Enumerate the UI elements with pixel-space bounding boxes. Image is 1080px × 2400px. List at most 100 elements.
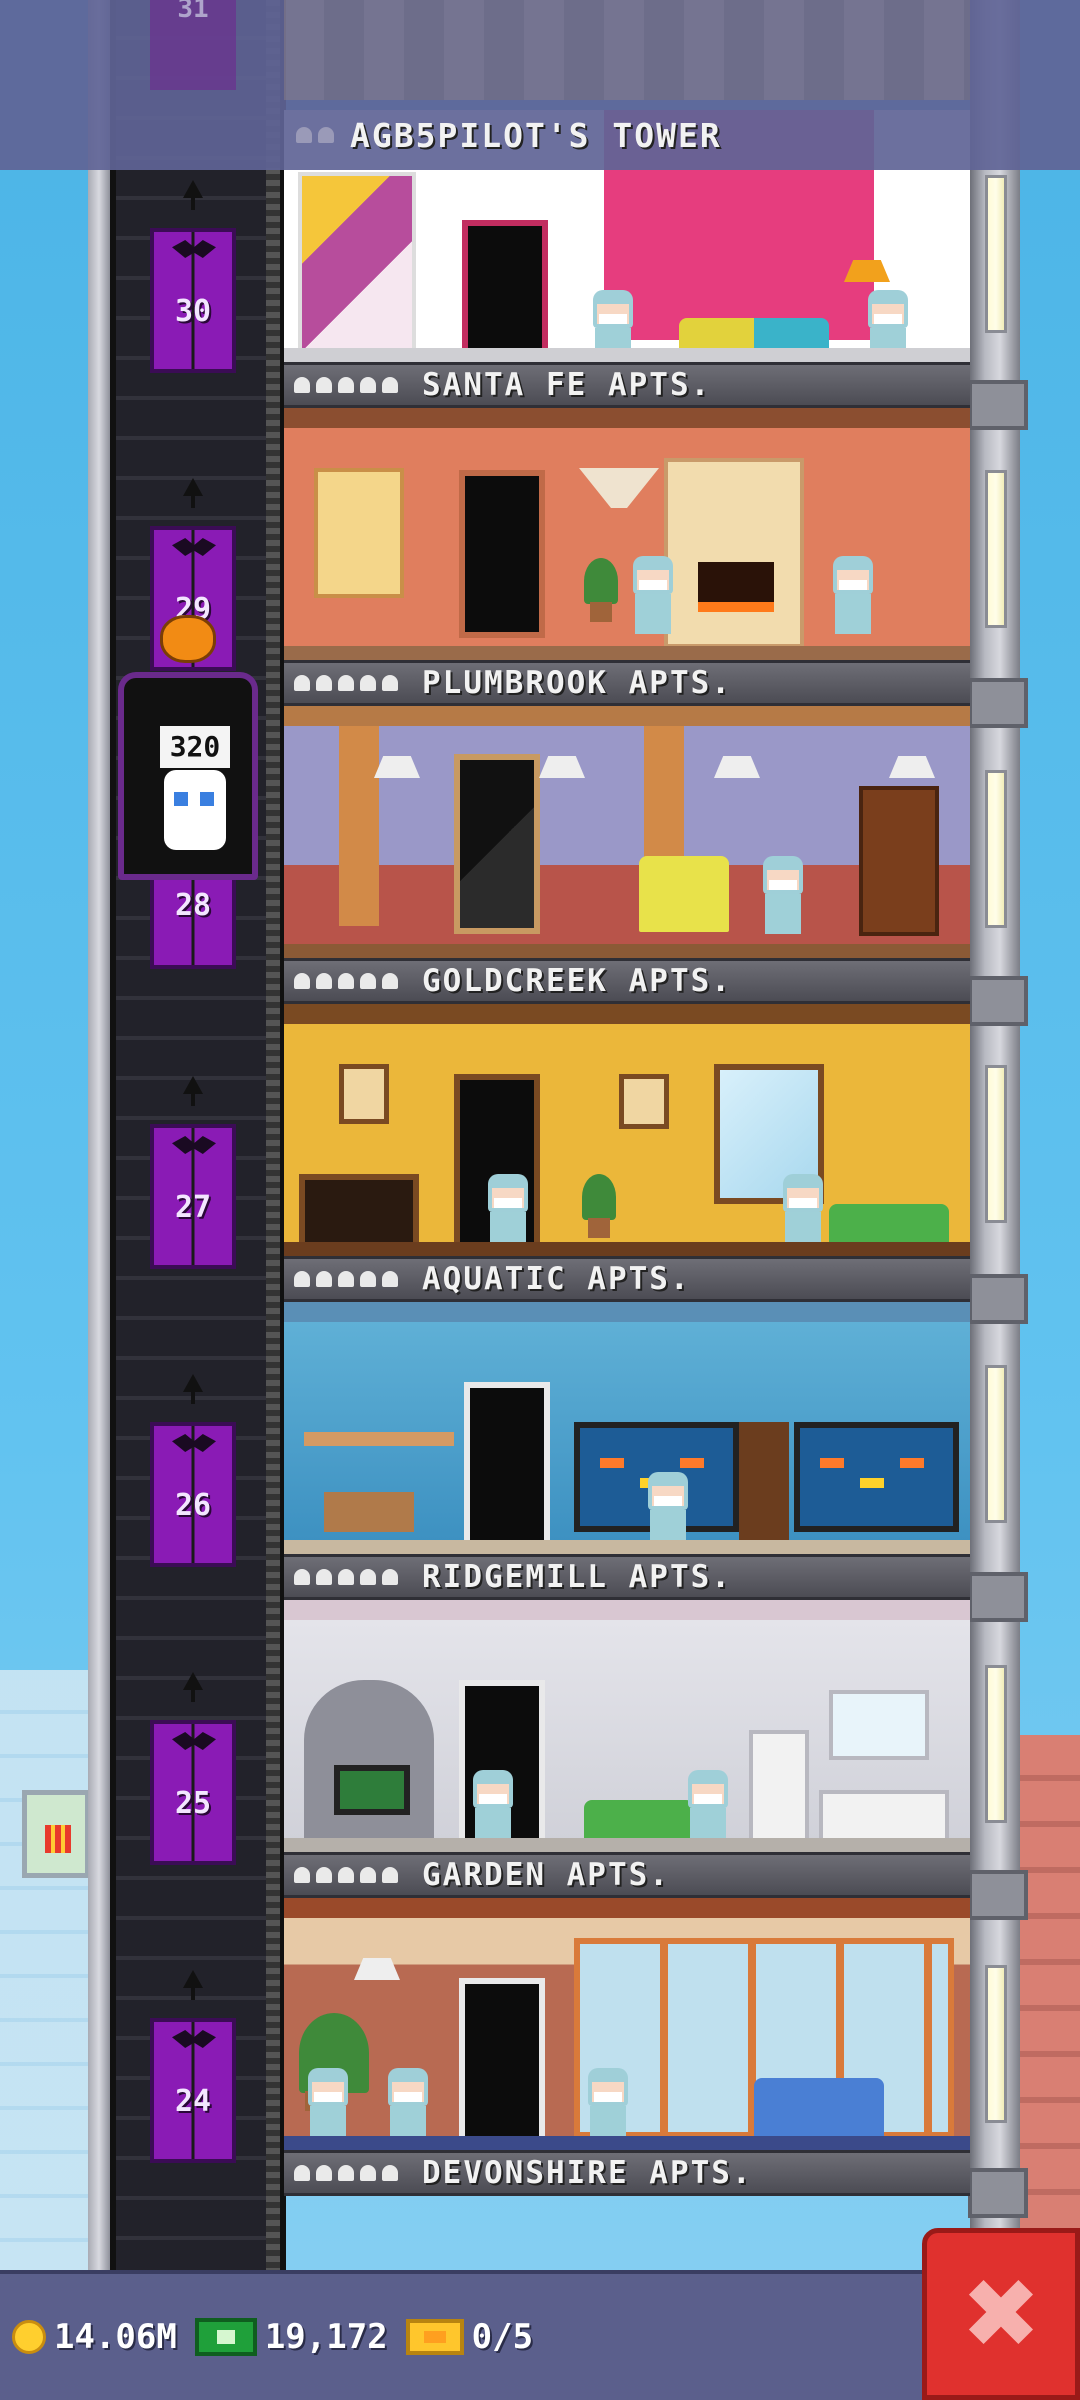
computer-monitor xyxy=(334,1765,410,1815)
bitizen[interactable] xyxy=(484,1174,532,1252)
floor-28[interactable]: GOLDCREEK APTS. xyxy=(284,706,970,1004)
floor-name: GOLDCREEK APTS. xyxy=(422,963,732,999)
floor-ground xyxy=(284,1242,970,1256)
elevator-car[interactable]: 320 xyxy=(118,672,258,880)
bitizen[interactable] xyxy=(384,2068,432,2146)
pumpkin-icon xyxy=(160,615,216,663)
ceiling-lamp xyxy=(354,1958,400,1980)
floor-label-bar: DEVONSHIRE APTS. xyxy=(284,2150,970,2196)
tower-bracket xyxy=(968,976,1028,1026)
picture-frame xyxy=(619,1074,669,1129)
floor-label-bar: SANTA FE APTS. xyxy=(284,362,970,408)
floor-ground xyxy=(284,944,970,958)
floor-29[interactable]: PLUMBROOK APTS. xyxy=(284,408,970,706)
ceiling-lamp xyxy=(374,756,420,778)
bitizen[interactable] xyxy=(584,2068,632,2146)
room-interior xyxy=(284,706,970,958)
bookshelf xyxy=(859,786,939,936)
elevator-door-27[interactable]: 27 xyxy=(150,1124,236,1269)
fireplace xyxy=(664,458,804,648)
potted-plant xyxy=(582,1174,616,1238)
tower-window xyxy=(985,770,1007,928)
floor-ground xyxy=(284,646,970,660)
floor-name: RIDGEMILL APTS. xyxy=(422,1559,732,1595)
floor-27[interactable]: AQUATIC APTS. xyxy=(284,1004,970,1302)
floor-label-bar: AQUATIC APTS. xyxy=(284,1256,970,1302)
tickets-counter[interactable]: 0/5 xyxy=(405,2317,534,2357)
floor-number: 25 xyxy=(174,1786,212,1821)
bux-value: 19,172 xyxy=(264,2317,388,2357)
bitizen[interactable] xyxy=(779,1174,827,1252)
close-button[interactable]: ✖ xyxy=(922,2228,1080,2400)
tower-pips xyxy=(296,127,334,143)
bat-decoration-icon xyxy=(172,538,216,556)
bat-decoration-icon xyxy=(172,1732,216,1750)
floor-number: 31 xyxy=(177,0,209,24)
floor-number: 24 xyxy=(174,2084,212,2119)
room-interior xyxy=(284,408,970,660)
bux-icon xyxy=(194,2318,257,2356)
bitizen[interactable] xyxy=(644,1472,692,1550)
star-rating xyxy=(294,1569,398,1585)
floor-ground xyxy=(284,2136,970,2150)
tower-bracket xyxy=(968,1572,1028,1622)
dining-table xyxy=(324,1492,414,1532)
refrigerator xyxy=(749,1730,809,1850)
bitizen[interactable] xyxy=(684,1770,732,1848)
elevator-rider xyxy=(164,770,226,850)
ceiling-lamp xyxy=(889,756,935,778)
star-rating xyxy=(294,1867,398,1883)
floor-name: DEVONSHIRE APTS. xyxy=(422,2155,753,2191)
floor-25[interactable]: GARDEN APTS. xyxy=(284,1600,970,1898)
apartment-door xyxy=(464,1382,550,1550)
floor-ground xyxy=(284,348,970,362)
abstract-painting xyxy=(298,172,416,362)
elevator-door-25[interactable]: 25 xyxy=(150,1720,236,1865)
star-rating xyxy=(294,1271,398,1287)
floor-26[interactable]: RIDGEMILL APTS. xyxy=(284,1302,970,1600)
wood-pillar xyxy=(339,726,379,926)
cabinet xyxy=(739,1422,789,1542)
floor-label-bar: GOLDCREEK APTS. xyxy=(284,958,970,1004)
elevator-door-30[interactable]: 30 xyxy=(150,228,236,373)
floor-ground xyxy=(284,1838,970,1852)
portrait-frame xyxy=(339,1064,389,1124)
star-rating xyxy=(294,675,398,691)
floor-number: 27 xyxy=(174,1190,212,1225)
star-rating xyxy=(294,377,398,393)
potted-plant xyxy=(584,558,618,622)
bux-counter[interactable]: 19,172 xyxy=(194,2317,388,2357)
tower-window xyxy=(985,1965,1007,2123)
tower-bracket xyxy=(968,380,1028,430)
kitchen-window xyxy=(829,1690,929,1760)
room-interior xyxy=(284,1600,970,1852)
bitizen[interactable] xyxy=(829,556,877,634)
bitizen[interactable] xyxy=(304,2068,352,2146)
floor-label-bar: RIDGEMILL APTS. xyxy=(284,1554,970,1600)
elevator-rail xyxy=(266,0,280,2270)
elevator-door-31: 31 xyxy=(150,0,236,90)
coins-counter[interactable]: 14.06M xyxy=(12,2317,177,2357)
background-billboard xyxy=(22,1790,90,1878)
floor-label-bar: GARDEN APTS. xyxy=(284,1852,970,1898)
tickets-value: 0/5 xyxy=(471,2317,534,2357)
bat-decoration-icon xyxy=(172,1136,216,1154)
shelf xyxy=(304,1432,454,1446)
floor-number: 30 xyxy=(174,294,212,329)
floor-ground xyxy=(284,1540,970,1554)
bitizen[interactable] xyxy=(759,856,807,934)
bitizen[interactable] xyxy=(629,556,677,634)
armchair xyxy=(639,856,729,932)
tower-window xyxy=(985,1365,1007,1523)
elevator-door-24[interactable]: 24 xyxy=(150,2018,236,2163)
floor-24[interactable]: DEVONSHIRE APTS. xyxy=(284,1898,970,2196)
floor-name: SANTA FE APTS. xyxy=(422,367,712,403)
star-rating xyxy=(294,973,398,989)
tower-header: 31 AGB5PILOT'S TOWER xyxy=(0,0,1080,170)
skull-decoration xyxy=(579,468,659,508)
bitizen[interactable] xyxy=(469,1770,517,1848)
elevator-car-label: 320 xyxy=(160,726,230,768)
elevator-door-26[interactable]: 26 xyxy=(150,1422,236,1567)
coin-icon xyxy=(12,2320,46,2354)
tower-window xyxy=(985,470,1007,628)
